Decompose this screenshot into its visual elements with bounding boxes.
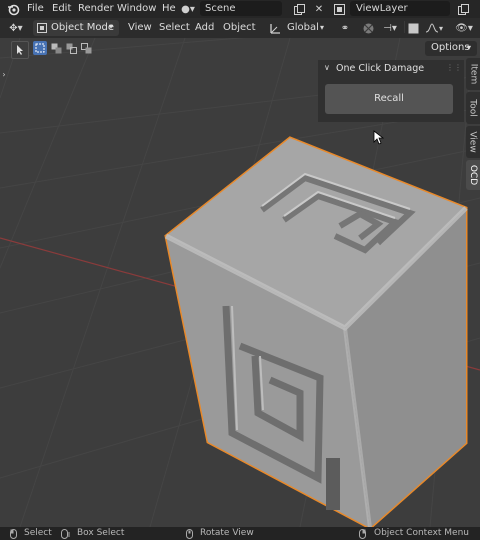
panel-title[interactable]: One Click Damage bbox=[336, 63, 424, 74]
select-subtract-icon[interactable] bbox=[64, 41, 78, 55]
tab-ocd[interactable]: OCD bbox=[466, 160, 480, 190]
scene-name: Scene bbox=[205, 3, 236, 14]
mode-label: Object Mode bbox=[51, 22, 114, 33]
divider bbox=[404, 21, 405, 33]
options-label: Options bbox=[431, 42, 470, 53]
blender-logo-icon[interactable] bbox=[6, 2, 20, 16]
options-chevron-icon: ▾ bbox=[467, 43, 472, 52]
status-rotate-label: Rotate View bbox=[200, 528, 254, 538]
menu-render[interactable]: Render bbox=[78, 3, 114, 14]
remove-scene-icon[interactable]: ✕ bbox=[312, 2, 326, 16]
pivot-point-icon[interactable]: ⚭ bbox=[335, 21, 355, 35]
orientation-label[interactable]: Global bbox=[287, 22, 319, 33]
mode-dropdown[interactable]: Object Mode ▾ bbox=[33, 20, 119, 36]
select-intersect-icon[interactable] bbox=[79, 41, 93, 55]
damaged-cube[interactable] bbox=[164, 136, 468, 527]
top-bar: File Edit Render Window He ●▾ Scene ✕ Vi… bbox=[0, 0, 480, 18]
transform-orientation-icon bbox=[268, 21, 282, 35]
menu-window[interactable]: Window bbox=[117, 3, 156, 14]
viewlayer-name: ViewLayer bbox=[356, 3, 408, 14]
menu-help[interactable]: He bbox=[162, 3, 176, 14]
select-extend-icon[interactable] bbox=[49, 41, 63, 55]
select-tool-icon[interactable] bbox=[11, 41, 29, 59]
scene-selector-icon[interactable]: ●▾ bbox=[178, 2, 198, 16]
menu-file[interactable]: File bbox=[27, 3, 44, 14]
mouse-cursor-icon bbox=[372, 129, 384, 145]
copy-viewlayer-icon[interactable] bbox=[456, 2, 470, 16]
editor-type-icon[interactable]: ✥▾ bbox=[5, 21, 27, 35]
tab-view-label: View bbox=[468, 131, 479, 153]
middle-mouse-icon bbox=[184, 528, 194, 539]
status-context-menu-label: Object Context Menu bbox=[374, 528, 470, 538]
sidebar-panel: ∨ One Click Damage ⋮⋮ Recall bbox=[318, 60, 464, 122]
select-box-icon[interactable] bbox=[33, 41, 47, 55]
status-bar: Select Box Select Rotate View Object Con… bbox=[0, 527, 480, 540]
mode-chevron-icon: ▾ bbox=[109, 22, 114, 31]
snap-element-icon[interactable]: ⊣▾ bbox=[378, 21, 402, 35]
tab-item[interactable]: Item bbox=[466, 58, 480, 90]
status-box-select-label: Box Select bbox=[77, 528, 125, 538]
options-dropdown[interactable]: Options ▾ bbox=[425, 41, 477, 56]
viewlayer-field[interactable]: ViewLayer bbox=[350, 1, 450, 16]
tab-tool-label: Tool bbox=[468, 99, 479, 117]
orientation-chevron-icon[interactable]: ▾ bbox=[320, 23, 324, 32]
snapping-icon[interactable] bbox=[360, 21, 376, 35]
recall-label: Recall bbox=[374, 93, 404, 104]
menu-view[interactable]: View bbox=[128, 22, 152, 33]
menu-edit[interactable]: Edit bbox=[52, 3, 71, 14]
proportional-editing-icon[interactable] bbox=[406, 21, 420, 35]
menu-add[interactable]: Add bbox=[195, 22, 214, 33]
expand-toolbar-icon[interactable]: › bbox=[0, 68, 8, 80]
viewport-header: ✥▾ Object Mode ▾ View Select Add Object … bbox=[0, 18, 480, 38]
panel-drag-handle-icon[interactable]: ⋮⋮ bbox=[446, 63, 462, 72]
panel-collapse-icon[interactable]: ∨ bbox=[324, 63, 330, 72]
right-mouse-icon bbox=[357, 528, 367, 539]
scene-field[interactable]: Scene bbox=[200, 1, 282, 16]
object-mode-icon bbox=[36, 22, 48, 34]
menu-object[interactable]: Object bbox=[223, 22, 256, 33]
tab-tool[interactable]: Tool bbox=[466, 92, 480, 124]
status-select-label: Select bbox=[24, 528, 52, 538]
visibility-icon[interactable]: 👁▾ bbox=[452, 21, 476, 35]
viewlayer-icon[interactable] bbox=[332, 2, 346, 16]
left-mouse-icon bbox=[8, 528, 18, 539]
tab-ocd-label: OCD bbox=[468, 164, 478, 186]
copy-scene-icon[interactable] bbox=[292, 2, 306, 16]
menu-select[interactable]: Select bbox=[159, 22, 190, 33]
3d-viewport[interactable]: › Options ▾ ∨ One Click Damage ⋮⋮ Recall… bbox=[0, 38, 480, 527]
drag-mouse-icon bbox=[60, 528, 72, 539]
falloff-icon[interactable]: ▾ bbox=[422, 21, 446, 35]
tab-view[interactable]: View bbox=[466, 126, 480, 158]
recall-button[interactable]: Recall bbox=[325, 84, 453, 114]
tab-item-label: Item bbox=[468, 63, 478, 85]
